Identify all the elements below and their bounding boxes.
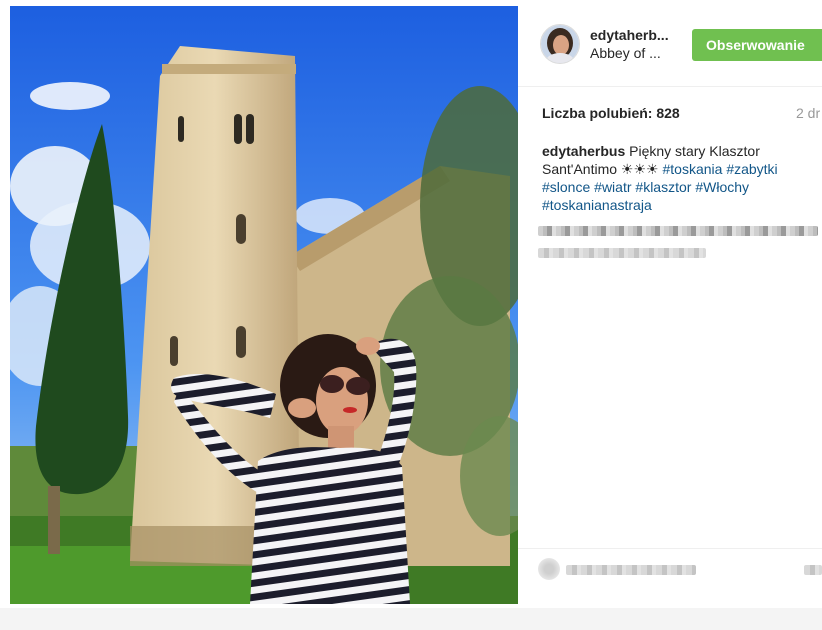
- heart-icon[interactable]: [538, 558, 560, 580]
- actions-divider: [518, 548, 822, 549]
- username-link[interactable]: edytaherb...: [590, 27, 700, 43]
- blurred-more-options[interactable]: [804, 565, 822, 575]
- blurred-comment-input[interactable]: [566, 565, 696, 575]
- blurred-comment: [538, 248, 706, 258]
- location-link[interactable]: Abbey of ...: [590, 45, 700, 61]
- post-card: edytaherb... Abbey of ... Obserwowanie L…: [0, 0, 822, 608]
- follow-button[interactable]: Obserwowanie: [692, 29, 822, 61]
- hashtag-link[interactable]: #toskanianastraja: [542, 197, 652, 213]
- hashtag-link[interactable]: #wiatr: [594, 179, 631, 195]
- likes-count[interactable]: Liczba polubień: 828: [542, 105, 680, 121]
- hashtag-link[interactable]: #slonce: [542, 179, 590, 195]
- avatar-image: [541, 25, 579, 63]
- post-header: edytaherb... Abbey of ... Obserwowanie: [518, 0, 822, 87]
- blurred-comment: [538, 226, 818, 236]
- caption-username[interactable]: edytaherbus: [542, 143, 625, 159]
- hashtag-link[interactable]: #zabytki: [726, 161, 777, 177]
- hashtag-link[interactable]: #toskania: [662, 161, 722, 177]
- post-sidebar: edytaherb... Abbey of ... Obserwowanie L…: [518, 0, 822, 608]
- hashtag-link[interactable]: #Włochy: [695, 179, 749, 195]
- avatar[interactable]: [540, 24, 580, 64]
- post-timestamp[interactable]: 2 dr: [796, 105, 820, 121]
- hashtag-link[interactable]: #klasztor: [635, 179, 691, 195]
- abbey-photo-illustration: [10, 6, 518, 604]
- post-photo[interactable]: [10, 6, 518, 604]
- post-caption: edytaherbus Piękny stary Klasztor Sant'A…: [542, 142, 810, 214]
